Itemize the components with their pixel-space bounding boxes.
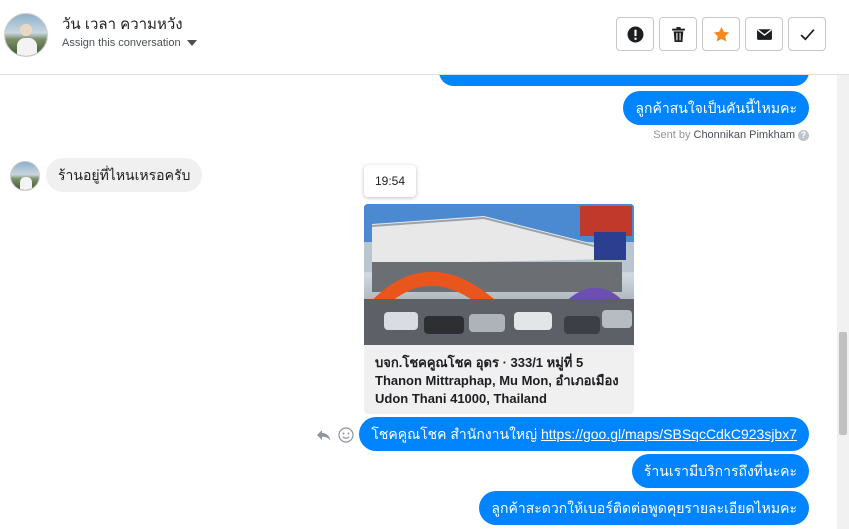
- location-photo: [364, 204, 634, 345]
- caret-down-icon: [186, 40, 197, 46]
- message-actions: [316, 427, 354, 443]
- sender-name[interactable]: Chonnikan Pimkham: [694, 129, 796, 141]
- message-bubble-incoming[interactable]: ร้านอยู่ที่ไหนเหรอครับ: [46, 158, 203, 192]
- thread-scrollbar[interactable]: [837, 75, 849, 529]
- link-message-prefix: โชคคูณโชค สำนักงานใหญ่: [371, 426, 541, 442]
- help-icon[interactable]: ?: [798, 129, 809, 141]
- spam-button[interactable]: [616, 17, 654, 51]
- star-button[interactable]: [702, 17, 740, 51]
- message-bubble-outgoing[interactable]: ลูกค้าสนใจเป็นคันนี้ไหมคะ: [623, 91, 809, 125]
- message-bubble-link[interactable]: โชคคูณโชค สำนักงานใหญ่ https://goo.gl/ma…: [359, 417, 809, 451]
- reply-icon[interactable]: [316, 427, 332, 443]
- timestamp-tooltip: 19:54: [364, 165, 416, 197]
- location-address: บจก.โชคคูณโชค อุดร · 333/1 หมู่ที่ 5 Tha…: [375, 355, 619, 406]
- sent-by-label: Sent by Chonnikan Pimkham ?: [653, 129, 809, 141]
- message-thread[interactable]: ลูกค้าสนใจเป็นคันนี้ไหมคะ Sent by Chonni…: [0, 75, 849, 529]
- conversation-header: วัน เวลา ความหวัง Assign this conversati…: [0, 0, 849, 75]
- message-bubble-outgoing[interactable]: ลูกค้าสะดวกให้เบอร์ติดต่อพูดคุยรายละเอีย…: [479, 491, 809, 525]
- contact-avatar-small[interactable]: [10, 161, 40, 191]
- check-icon: [800, 28, 815, 41]
- scrollbar-thumb[interactable]: [839, 332, 847, 435]
- maps-link[interactable]: https://goo.gl/maps/SBSqcCdkC923sjbx7: [541, 426, 797, 442]
- exclamation-icon: [627, 26, 643, 42]
- star-icon: [713, 26, 729, 42]
- envelope-icon: [756, 28, 772, 40]
- sent-by-prefix: Sent by: [653, 129, 691, 141]
- contact-avatar[interactable]: [4, 13, 48, 57]
- delete-button[interactable]: [659, 17, 697, 51]
- trash-icon: [671, 26, 685, 42]
- location-card[interactable]: บจก.โชคคูณโชค อุดร · 333/1 หมู่ที่ 5 Tha…: [364, 204, 634, 414]
- contact-name[interactable]: วัน เวลา ความหวัง: [62, 12, 183, 36]
- message-bubble-outgoing-cut[interactable]: [439, 75, 809, 86]
- conversation-actions: [616, 17, 826, 51]
- emoji-reaction-icon[interactable]: [338, 427, 354, 443]
- mark-unread-button[interactable]: [745, 17, 783, 51]
- mark-done-button[interactable]: [788, 17, 826, 51]
- message-bubble-outgoing[interactable]: ร้านเรามีบริการถึงที่นะคะ: [631, 454, 809, 488]
- assign-label: Assign this conversation: [62, 37, 181, 49]
- assign-conversation-dropdown[interactable]: Assign this conversation: [62, 37, 197, 49]
